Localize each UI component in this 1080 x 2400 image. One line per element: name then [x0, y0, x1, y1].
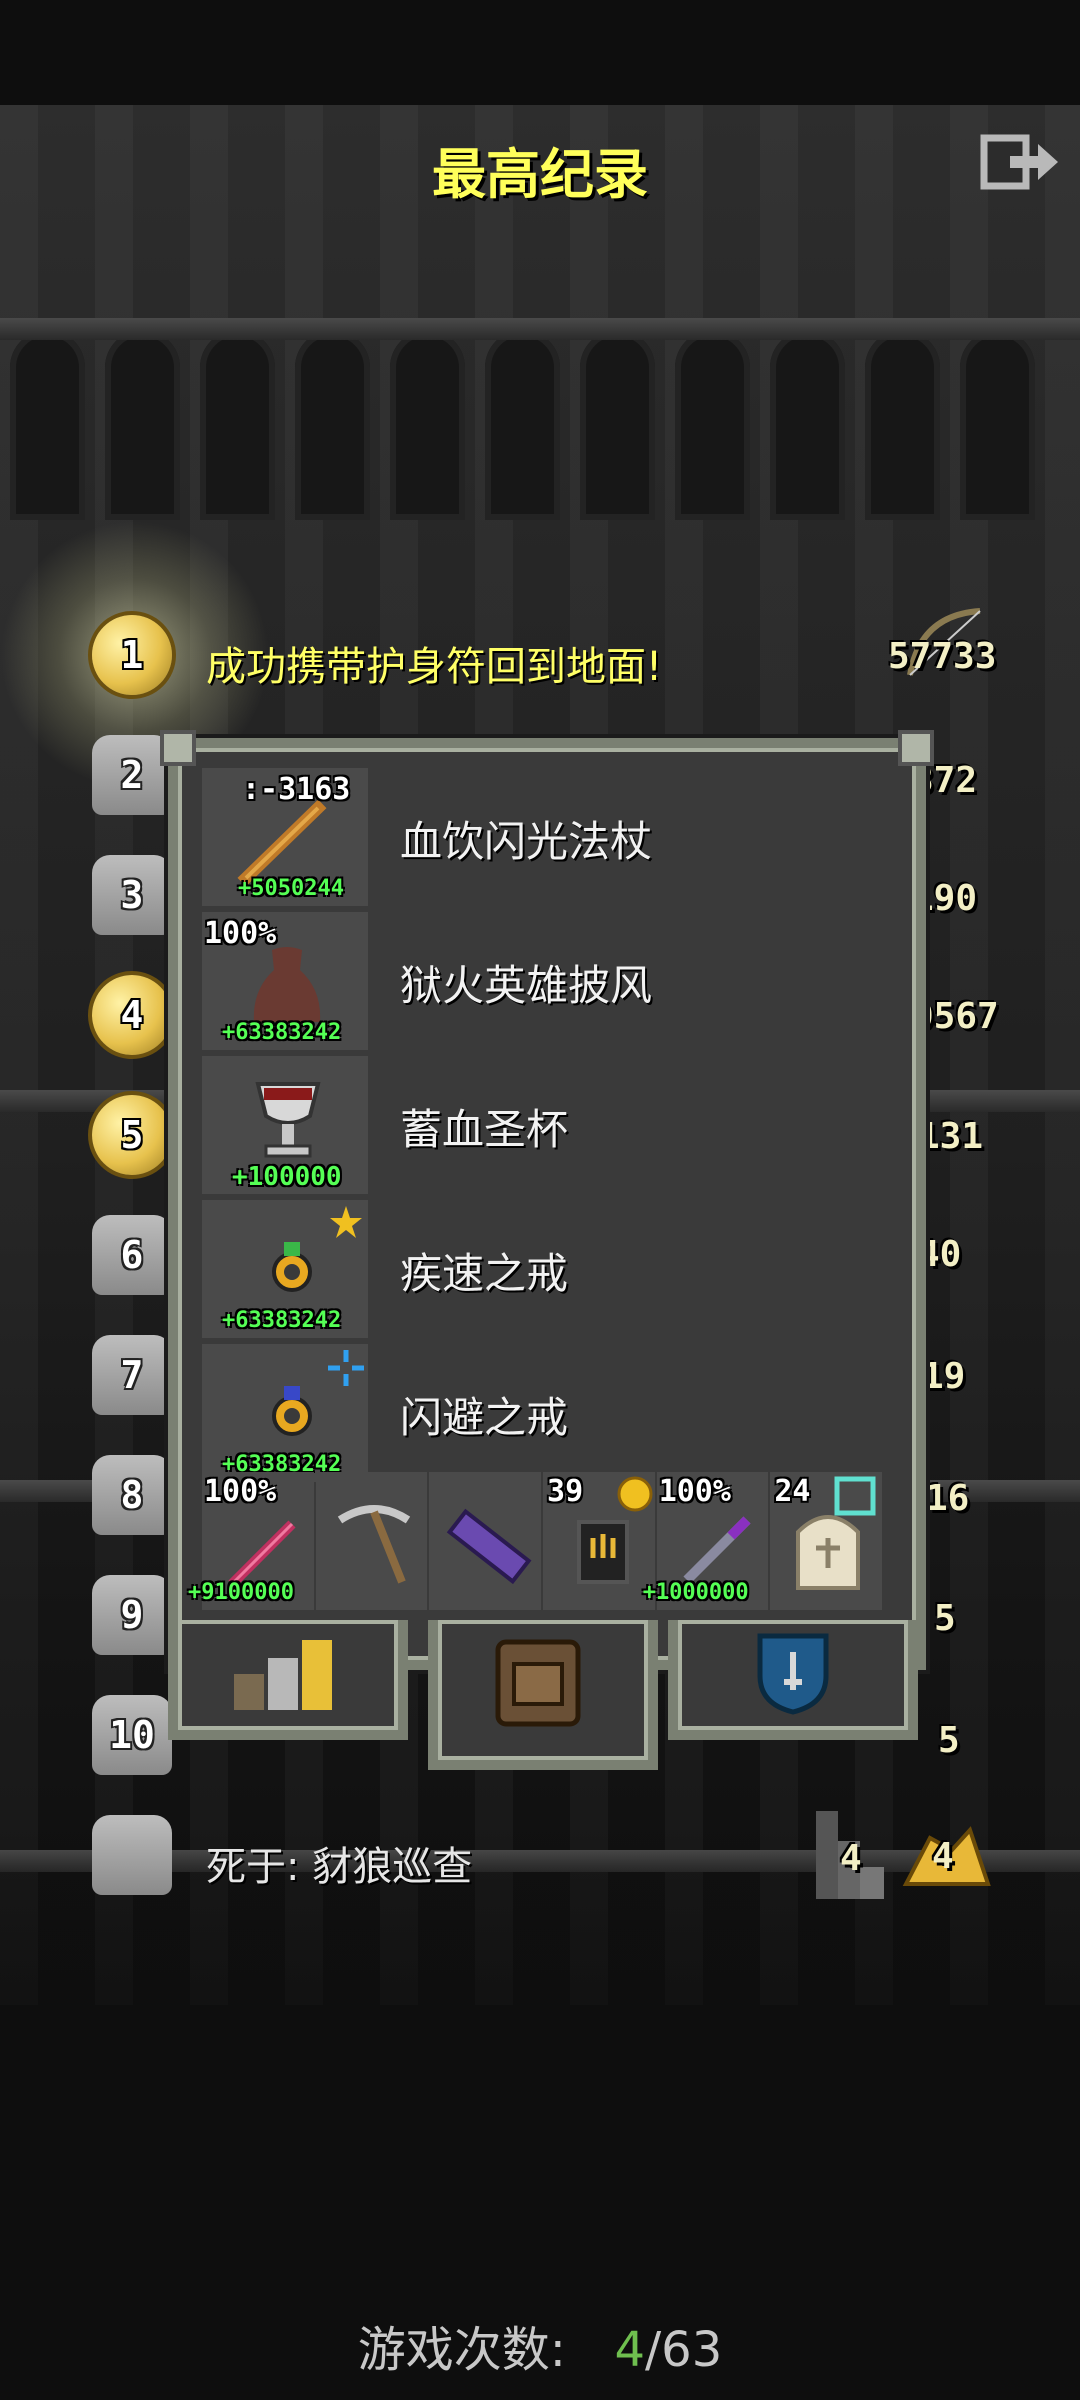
- evasion-buff-icon: [328, 1350, 364, 1386]
- backpack-icon: [495, 1639, 581, 1727]
- quickslot-bonus-tag: +1000000: [642, 1580, 749, 1605]
- item-name: 蓄血圣杯: [400, 1105, 569, 1154]
- wand-icon: [237, 799, 327, 887]
- item-bonus-tag: +63383242: [222, 1308, 342, 1333]
- pickaxe-icon: [337, 1505, 410, 1584]
- scroll-indicator-icon: [834, 1476, 876, 1516]
- item-bonus-tag: +5050244: [238, 876, 344, 901]
- death-score: 4: [932, 1836, 954, 1877]
- rank-badge-1[interactable]: 1: [92, 615, 172, 695]
- record-text-1[interactable]: 成功携带护身符回到地面!: [206, 634, 662, 692]
- item-list: :-3163 +5050244 血饮闪光法杖 100% +63383242 狱火…: [202, 768, 882, 1488]
- item-row[interactable]: +63383242 闪避之戒: [202, 1344, 882, 1488]
- item-bonus-tag: +63383242: [222, 1020, 342, 1045]
- quickslot[interactable]: [429, 1472, 542, 1610]
- item-row[interactable]: +63383242 疾速之戒: [202, 1200, 882, 1344]
- rank-badge-6[interactable]: 6: [92, 1215, 172, 1295]
- record-score-7: 19: [922, 1356, 966, 1397]
- record-score-1: 57733: [888, 636, 997, 677]
- rank-badge-7[interactable]: 7: [92, 1335, 172, 1415]
- rank-badge-4[interactable]: 4: [92, 975, 172, 1055]
- arch-row: [0, 330, 1080, 530]
- quickslot-bonus-tag: +9100000: [188, 1580, 294, 1605]
- record-score-9: 5: [934, 1598, 956, 1639]
- games-current: 4: [614, 2322, 645, 2378]
- stats-bars-icon: [234, 1640, 332, 1710]
- item-row[interactable]: :-3163 +5050244 血饮闪光法杖: [202, 768, 882, 912]
- item-name: 疾速之戒: [400, 1249, 569, 1298]
- tab-stats[interactable]: [168, 1620, 408, 1740]
- ring-of-haste-icon: [272, 1242, 312, 1292]
- quickslot[interactable]: 100% +1000000: [643, 1472, 769, 1610]
- quickslot[interactable]: [315, 1472, 428, 1610]
- item-charge-tag: 100%: [204, 916, 277, 951]
- quickslot-top-tag: 39: [547, 1474, 584, 1509]
- tab-talents[interactable]: [668, 1620, 918, 1740]
- page-title: 最高纪录: [432, 143, 648, 206]
- record-score-8: 16: [926, 1478, 970, 1519]
- item-slot[interactable]: 100% +63383242: [202, 912, 368, 1050]
- item-slot[interactable]: :-3163 +5050244: [202, 768, 368, 906]
- item-slot[interactable]: +63383242: [202, 1344, 368, 1482]
- alchemy-stand-icon: [577, 1520, 630, 1584]
- item-row[interactable]: +100000 蓄血圣杯: [202, 1056, 882, 1200]
- games-total: 63: [661, 2322, 723, 2378]
- quickslot-row: 100% +9100000 39 100% +1000000 24: [188, 1472, 883, 1610]
- games-label: 游戏次数:: [357, 2322, 566, 2378]
- quickslot-top-tag: 100%: [204, 1474, 277, 1509]
- games-played: 游戏次数: 4/63: [0, 2310, 1080, 2380]
- rank-badge-9[interactable]: 9: [92, 1575, 172, 1655]
- panel-corner: [160, 730, 196, 766]
- quickslot-top-tag: 24: [774, 1474, 811, 1509]
- inventory-tabs: [168, 1620, 918, 1770]
- hero-inventory-panel: :-3163 +5050244 血饮闪光法杖 100% +63383242 狱火…: [160, 730, 934, 1770]
- death-depth: 4: [840, 1838, 862, 1879]
- quickslot[interactable]: 24: [770, 1472, 883, 1610]
- rank-badge-8[interactable]: 8: [92, 1455, 172, 1535]
- games-separator: /: [645, 2322, 662, 2378]
- haste-buff-icon: [330, 1206, 362, 1238]
- wand-icon: [683, 1516, 751, 1584]
- death-text[interactable]: 死于: 豺狼巡查: [206, 1834, 472, 1892]
- rank-badge-10[interactable]: 10: [92, 1695, 172, 1775]
- record-score-5: 131: [918, 1116, 984, 1157]
- item-name: 血饮闪光法杖: [400, 817, 653, 866]
- tab-inventory[interactable]: [428, 1620, 658, 1770]
- tombstone-icon[interactable]: [92, 1815, 172, 1895]
- record-score-10: 5: [938, 1720, 960, 1761]
- chalice-icon: [255, 1082, 321, 1158]
- gold-coin-icon: [617, 1476, 653, 1512]
- item-name: 狱火英雄披风: [400, 961, 653, 1010]
- stone-ledge: [0, 318, 1080, 340]
- shield-icon: [757, 1633, 829, 1715]
- item-row[interactable]: 100% +63383242 狱火英雄披风: [202, 912, 882, 1056]
- cloak-icon: [253, 947, 321, 1022]
- rank-badge-5[interactable]: 5: [92, 1095, 172, 1175]
- panel-corner: [898, 730, 934, 766]
- item-slot[interactable]: +63383242: [202, 1200, 368, 1338]
- ring-of-evasion-icon: [272, 1386, 312, 1436]
- item-name: 闪避之戒: [400, 1393, 569, 1442]
- item-charge-tag: :-3163: [242, 772, 351, 807]
- quickslot[interactable]: 100% +9100000: [188, 1472, 314, 1610]
- exit-icon[interactable]: [980, 130, 1062, 194]
- item-bonus-tag: +100000: [232, 1162, 342, 1192]
- quickslot[interactable]: 39: [543, 1472, 655, 1610]
- item-slot[interactable]: +100000: [202, 1056, 368, 1194]
- rank-badge-3[interactable]: 3: [92, 855, 172, 935]
- bag-icon: [447, 1508, 532, 1585]
- quickslot-top-tag: 100%: [658, 1474, 731, 1509]
